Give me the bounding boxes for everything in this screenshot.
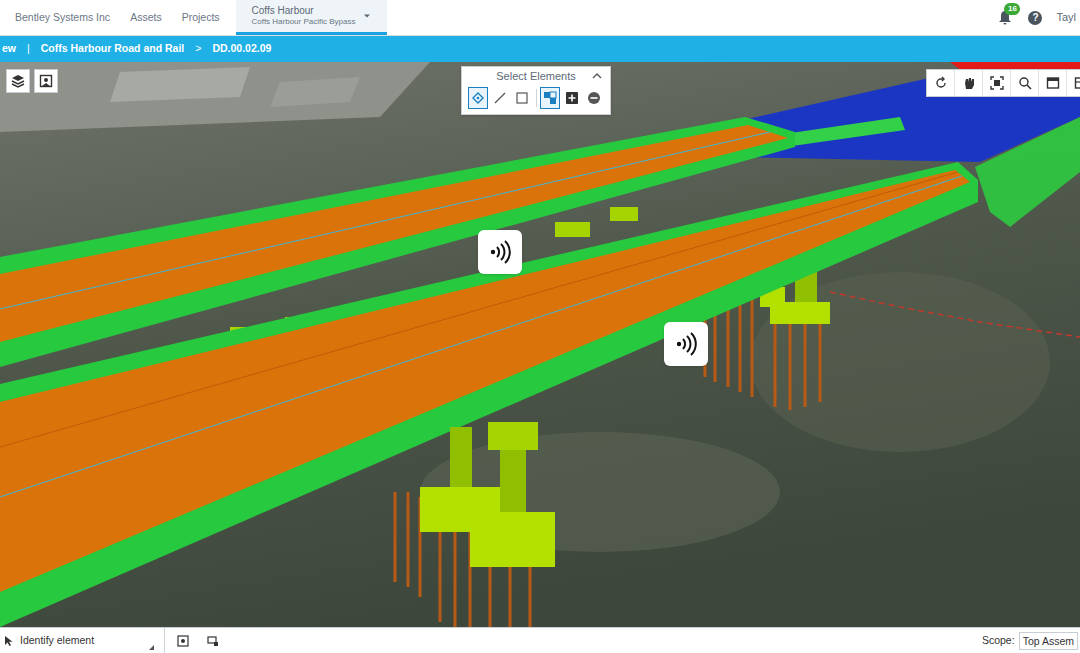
element-tool-icon[interactable] [468, 87, 488, 109]
navigation-toolbar [926, 69, 1080, 97]
project-tab[interactable]: Coffs HarbourCoffs Harbour Pacific Bypas… [236, 0, 388, 35]
nav-link[interactable]: Assets [130, 10, 162, 26]
tool-selector[interactable]: Identify element [0, 628, 165, 653]
mode-tool-icon[interactable] [540, 87, 560, 109]
view-toolbar [6, 69, 58, 93]
bridge-model-view[interactable] [0, 62, 1080, 627]
breadcrumb-separator: | [27, 41, 30, 57]
breadcrumb-bar: ew | Coffs Harbour Road and Rail > DD.00.02.… [0, 36, 1080, 62]
project-title: Coffs Harbour [252, 5, 356, 17]
zoom-icon[interactable] [1011, 70, 1039, 96]
fit-view-icon[interactable] [983, 70, 1011, 96]
caret-down-icon[interactable] [363, 12, 371, 20]
active-tool: Identify element [20, 633, 94, 649]
panel-icon[interactable] [1067, 70, 1080, 96]
organization-link[interactable]: Bentley Systems Inc [15, 10, 110, 26]
breadcrumb-item[interactable]: Coffs Harbour Road and Rail [41, 41, 185, 57]
breadcrumb-item[interactable]: DD.00.02.09 [212, 41, 271, 57]
rotate-icon[interactable] [927, 70, 955, 96]
breadcrumb-separator: > [195, 41, 201, 57]
breadcrumb-item[interactable]: ew [2, 41, 16, 57]
window-icon[interactable] [1039, 70, 1067, 96]
user-menu[interactable]: Tayl [1056, 9, 1076, 26]
select-elements-panel: Select Elements [461, 66, 611, 115]
project-subtitle: Coffs Harbour Pacific Bypass [252, 17, 356, 27]
measure-icon[interactable] [207, 635, 219, 647]
scope-label: Scope: [982, 633, 1015, 649]
sound-marker-icon[interactable] [478, 230, 522, 274]
panel-title: Select Elements [496, 68, 575, 85]
layers-icon[interactable] [6, 69, 30, 93]
scope-selector[interactable]: Scope:Top Assem [982, 632, 1080, 650]
sound-marker-icon[interactable] [664, 322, 708, 366]
remove-tool-icon[interactable] [584, 87, 604, 109]
chevron-icon[interactable] [592, 72, 602, 80]
pan-hand-icon[interactable] [955, 70, 983, 96]
cursor-icon [4, 635, 14, 647]
add-tool-icon[interactable] [562, 87, 582, 109]
box-tool-icon[interactable] [512, 87, 532, 109]
nav-link[interactable]: Projects [182, 10, 220, 26]
top-header: Bentley Systems Inc Assets Projects Coffs H… [0, 0, 1080, 36]
status-bar: Identify element Scope:Top Assem [0, 627, 1080, 653]
scope-value: Top Assem [1019, 632, 1078, 650]
camera-icon[interactable] [177, 635, 189, 647]
line-tool-icon[interactable] [490, 87, 510, 109]
viewport[interactable]: Select Elements [0, 62, 1080, 627]
image-icon[interactable] [34, 69, 58, 93]
corner-caret-icon [149, 645, 154, 650]
help-button[interactable]: ? [1028, 11, 1042, 25]
tool-divider [536, 89, 537, 107]
notification-badge: 16 [1004, 3, 1020, 15]
notifications-button[interactable]: 16 [998, 10, 1014, 26]
